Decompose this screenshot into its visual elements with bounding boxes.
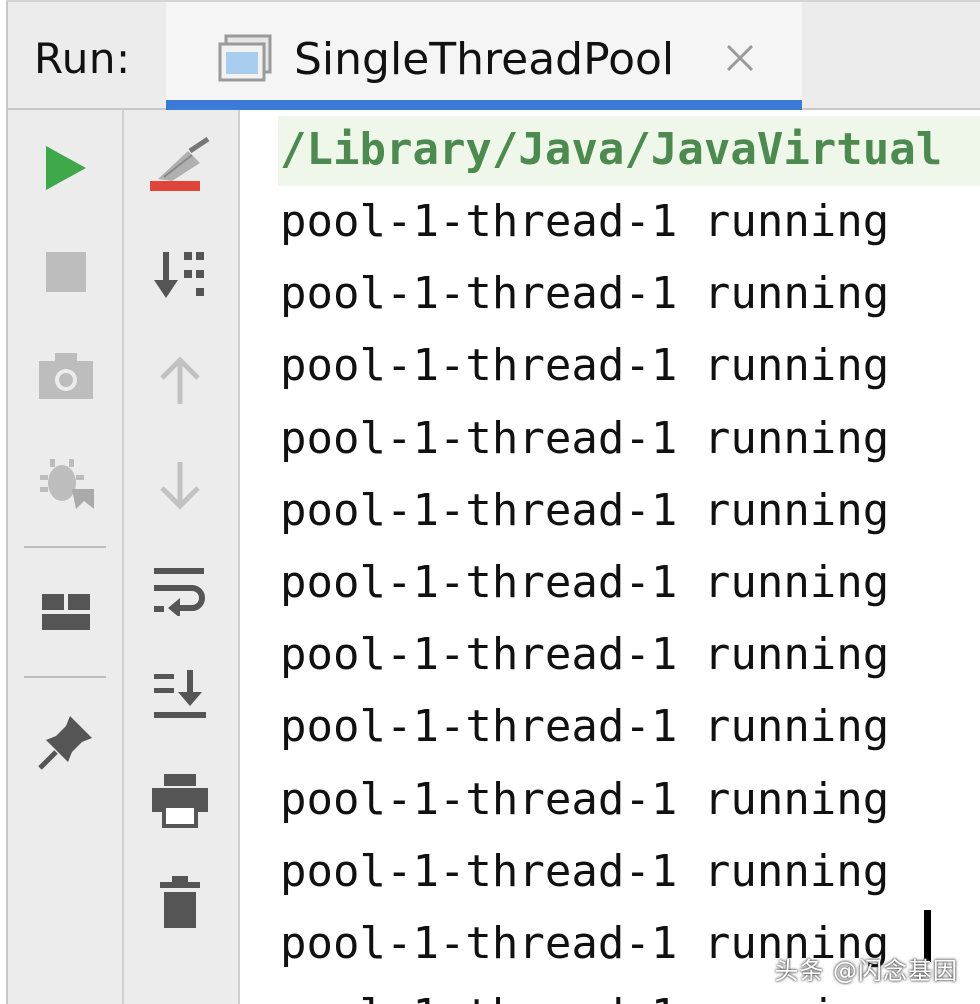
- camera-icon: [39, 353, 93, 399]
- clear-filter-button[interactable]: [144, 130, 216, 202]
- scroll-to-end-icon: [154, 670, 206, 718]
- printer-icon: [152, 774, 208, 828]
- toolbar-separator: [24, 546, 106, 548]
- pin-icon: [38, 716, 92, 770]
- tab-title: SingleThreadPool: [294, 34, 675, 85]
- run-header: Run: SingleThreadPool: [6, 0, 980, 110]
- down-button[interactable]: [144, 450, 216, 522]
- run-tool-window: Run: SingleThreadPool /Library/Java/Java…: [0, 0, 980, 1004]
- up-button[interactable]: [144, 344, 216, 416]
- command-line: /Library/Java/JavaVirtual: [278, 116, 980, 186]
- soft-wrap-icon: [154, 568, 205, 616]
- rerun-button[interactable]: [30, 132, 102, 204]
- pin-tab-button[interactable]: [30, 706, 102, 778]
- output-line: pool-1-thread-1 running: [280, 556, 890, 608]
- output-line: pool-1-thread-1 running: [280, 701, 890, 753]
- left-toolbar: [6, 110, 124, 1004]
- watermark: 头条 @闪念基因: [774, 957, 958, 985]
- sort-button[interactable]: [144, 238, 216, 310]
- close-icon[interactable]: [722, 40, 758, 76]
- console-window-icon: [218, 34, 274, 82]
- output-line: pool-1-thread-1 running: [280, 484, 890, 536]
- clear-all-button[interactable]: [144, 866, 216, 938]
- arrow-down-icon: [160, 462, 200, 510]
- debug-button[interactable]: [30, 446, 102, 518]
- output-line: pool-1-thread-1 running: [280, 340, 890, 392]
- trash-icon: [160, 876, 200, 928]
- layout-button[interactable]: [30, 576, 102, 648]
- output-line: pool-1-thread-1 running: [280, 268, 890, 320]
- console-toolbar: [124, 110, 240, 1004]
- soft-wrap-button[interactable]: [144, 554, 216, 626]
- dump-threads-button[interactable]: [30, 340, 102, 412]
- broom-icon: [150, 137, 210, 191]
- output-line: pool-1-thread-1 running: [280, 412, 890, 464]
- output-line: pool-1-thread-1 running: [280, 196, 890, 247]
- active-tab-indicator: [166, 100, 802, 110]
- bug-icon: [40, 459, 94, 509]
- output-line: pool-1-thread-1 running: [280, 845, 890, 897]
- toolbar-separator: [24, 676, 106, 678]
- scroll-to-end-button[interactable]: [144, 658, 216, 730]
- sort-icon: [154, 252, 204, 298]
- arrow-up-icon: [160, 356, 200, 404]
- layout-icon: [42, 594, 90, 630]
- console-output[interactable]: /Library/Java/JavaVirtual pool-1-thread-…: [240, 110, 980, 1004]
- print-button[interactable]: [144, 764, 216, 836]
- output-line: pool-1-thread-1 running: [280, 773, 890, 825]
- stop-icon: [46, 252, 86, 292]
- tab-singlethreadpool[interactable]: SingleThreadPool: [166, 2, 802, 110]
- command-text: /Library/Java/JavaVirtual: [280, 124, 943, 175]
- play-icon: [46, 146, 86, 190]
- output-line: pool-1-thread-1 running: [280, 629, 890, 681]
- run-label: Run:: [34, 34, 131, 83]
- output-lines: pool-1-thread-1 running pool-1-thread-1 r…: [280, 186, 889, 1004]
- stop-button[interactable]: [30, 236, 102, 308]
